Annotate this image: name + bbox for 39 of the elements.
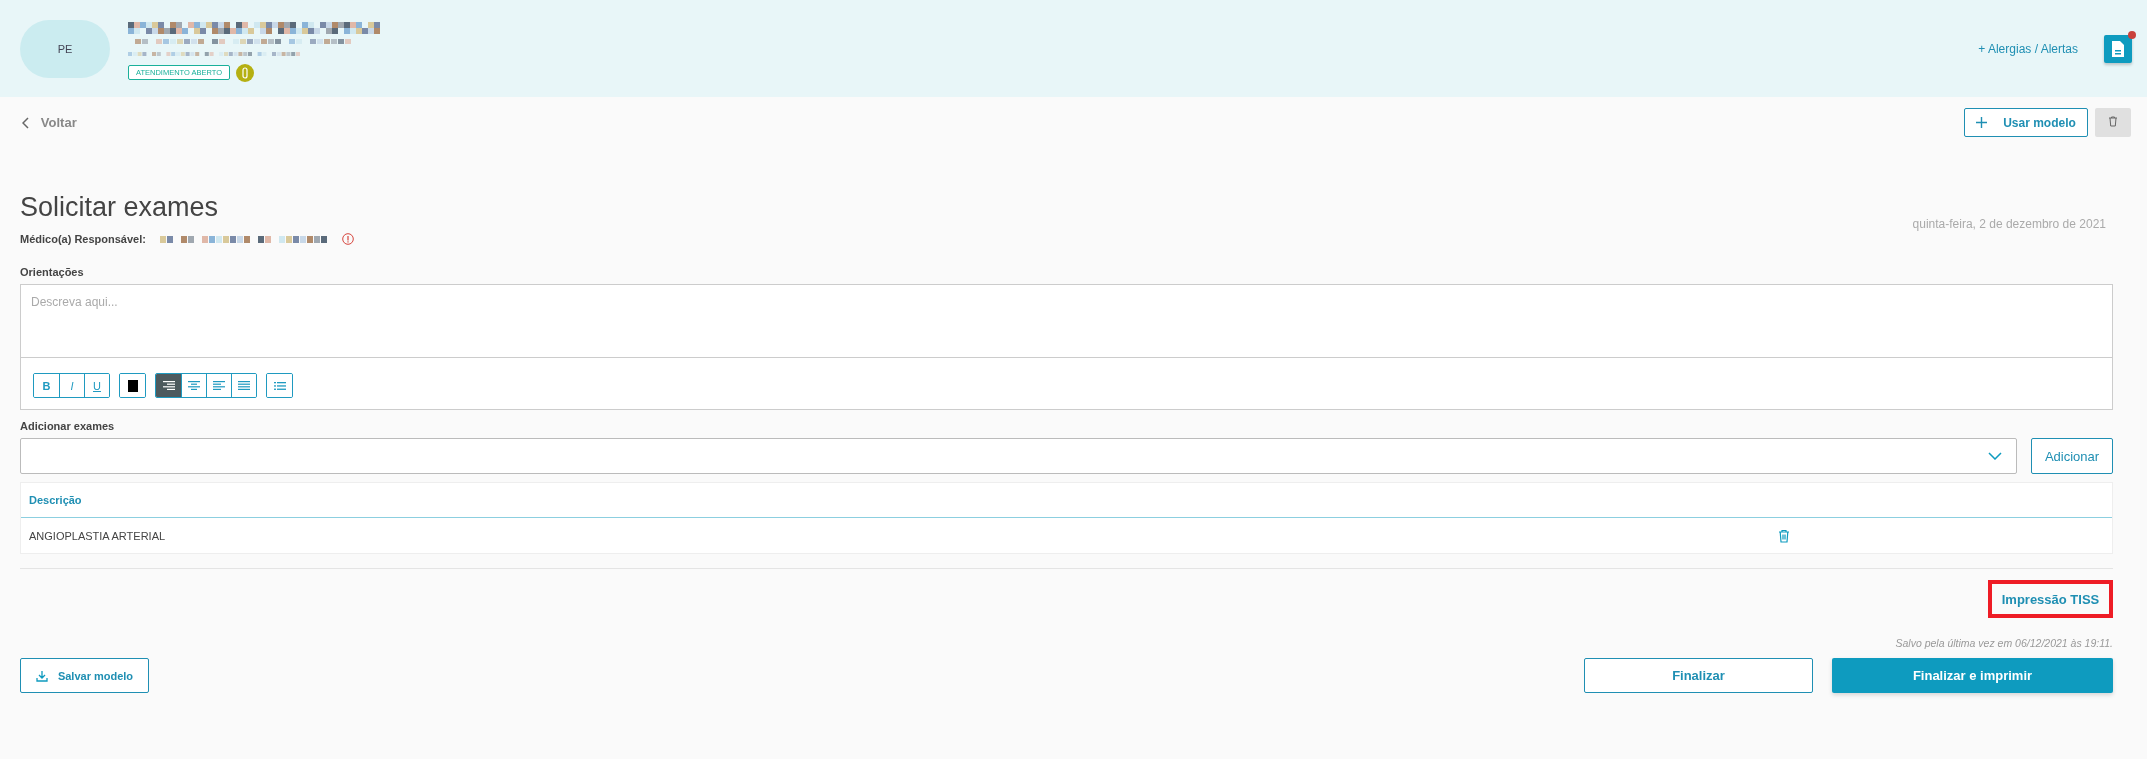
align-button[interactable] — [231, 374, 256, 397]
exam-select[interactable] — [20, 438, 2017, 474]
tiss-print-button[interactable]: Impressão TISS — [1988, 580, 2113, 618]
text-color-button[interactable] — [120, 374, 145, 397]
align-button[interactable] — [156, 374, 181, 397]
back-link[interactable]: Voltar — [22, 115, 77, 130]
align-icon — [188, 380, 200, 391]
document-icon — [2111, 39, 2125, 58]
list-button[interactable] — [267, 374, 292, 397]
plus-icon — [1976, 117, 1988, 128]
align-icon — [213, 380, 225, 391]
add-button[interactable]: Adicionar — [2031, 438, 2113, 474]
align-icon — [162, 380, 175, 391]
allergies-link[interactable]: + Alergias / Alertas — [1978, 41, 2078, 56]
delete-button[interactable] — [2095, 108, 2131, 137]
trash-icon[interactable] — [1778, 528, 1790, 543]
column-header: Descrição — [29, 494, 82, 506]
finish-button[interactable]: Finalizar — [1584, 658, 1813, 693]
guidance-label: Orientações — [20, 266, 85, 278]
format-button[interactable]: U — [84, 374, 109, 397]
date-text: quinta-feira, 2 de dezembro de 2021 — [1912, 217, 2106, 231]
chevron-left-icon — [22, 116, 30, 129]
doctor-label: Médico(a) Responsável: — [20, 233, 146, 245]
text-editor[interactable]: Descreva aqui... B I U — [20, 284, 2113, 410]
page-title: Solicitar exames — [20, 191, 220, 223]
chevron-down-icon — [1988, 452, 2002, 460]
paperclip-icon — [236, 63, 255, 82]
finish-print-button[interactable]: Finalizar e imprimir — [1832, 658, 2113, 693]
save-model-button[interactable]: Salvar modelo — [20, 658, 149, 693]
info-icon — [341, 233, 354, 245]
patient-avatar: PE — [20, 19, 110, 78]
list-icon — [273, 380, 286, 391]
exams-label: Adicionar exames — [20, 420, 116, 432]
table-cell-text: ANGIOPLASTIA ARTERIAL — [29, 529, 167, 542]
use-model-button[interactable]: Usar modelo — [1964, 108, 2088, 137]
download-icon — [35, 669, 48, 682]
saved-note: Salvo pela última vez em 06/12/2021 às 19:11. — [1895, 637, 2113, 649]
trash-icon — [2108, 116, 2118, 127]
align-icon — [238, 380, 250, 391]
